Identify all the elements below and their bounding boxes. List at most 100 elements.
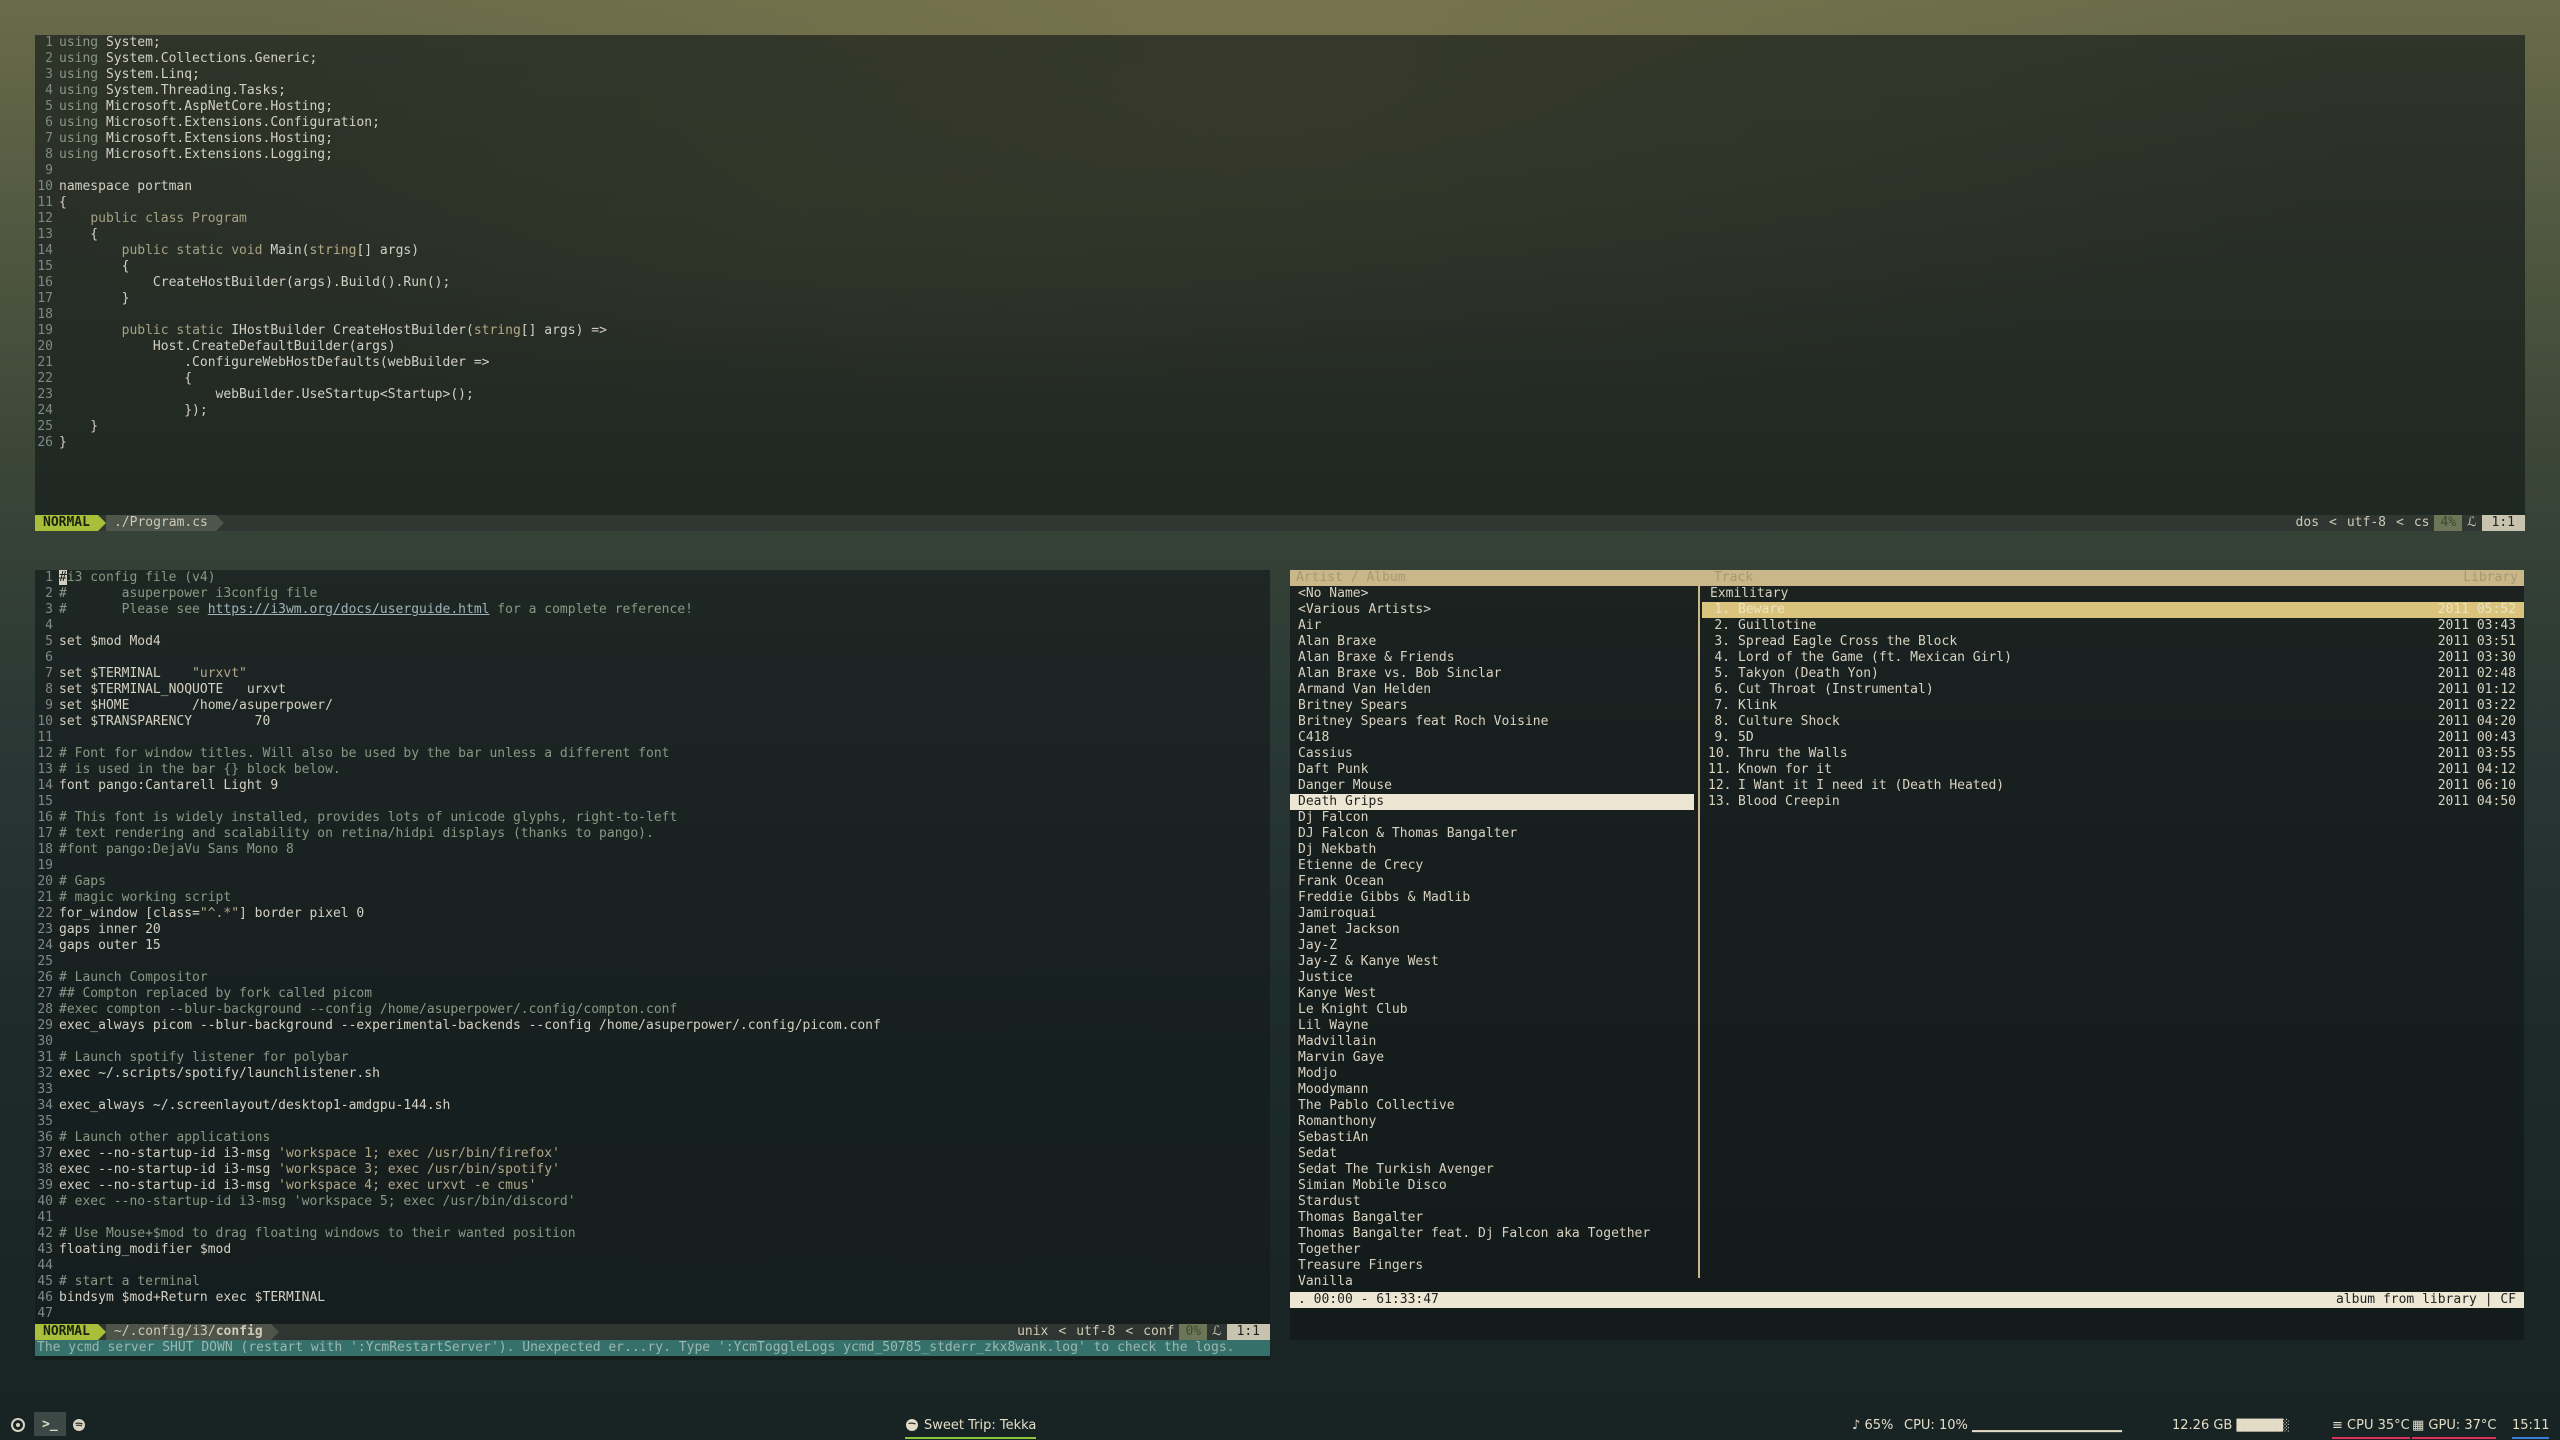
code-line[interactable]: 36 # Launch other applications <box>35 1130 1270 1146</box>
code-line[interactable]: 3 # Please see https://i3wm.org/docs/user… <box>35 602 1270 618</box>
code-line[interactable]: 22 for_window [class="^.*"] border pixel … <box>35 906 1270 922</box>
code-line[interactable]: 21 .ConfigureWebHostDefaults(webBuilder … <box>35 355 2525 371</box>
artist-item[interactable]: The Pablo Collective <box>1290 1098 1698 1114</box>
bottom-editor-code[interactable]: 1 #i3 config file (v4) 2 # asuperpower i3co… <box>35 570 1270 1322</box>
code-line[interactable]: 20 # Gaps <box>35 874 1270 890</box>
artist-item[interactable]: Stardust <box>1290 1194 1698 1210</box>
track-item[interactable]: 10. Thru the Walls 2011 03:55 <box>1702 746 2524 762</box>
code-line[interactable]: 14 font pango:Cantarell Light 9 <box>35 778 1270 794</box>
code-line[interactable]: 32 exec ~/.scripts/spotify/launchlistener… <box>35 1066 1270 1082</box>
bottom-editor-window[interactable]: 1 #i3 config file (v4) 2 # asuperpower i3co… <box>35 570 1270 1360</box>
code-line[interactable]: 26} <box>35 435 2525 451</box>
artist-item[interactable]: <Various Artists> <box>1290 602 1698 618</box>
code-line[interactable]: 3 using System.Linq; <box>35 67 2525 83</box>
code-line[interactable]: 17 } <box>35 291 2525 307</box>
artist-list[interactable]: <No Name> <Various Artists> Air Alan Braxe A… <box>1290 586 1700 1289</box>
track-item[interactable]: 5. Takyon (Death Yon) 2011 02:48 <box>1702 666 2524 682</box>
code-line[interactable]: 18 <box>35 307 2525 323</box>
artist-item[interactable]: Lil Wayne <box>1290 1018 1698 1034</box>
top-editor-window[interactable]: 1 using System; 2 using System.Collections.… <box>35 35 2525 531</box>
artist-item[interactable]: Madvillain <box>1290 1034 1698 1050</box>
code-line[interactable]: 1 #i3 config file (v4) <box>35 570 1270 586</box>
artist-item[interactable]: Thomas Bangalter feat. Dj Falcon aka Tog… <box>1290 1226 1698 1242</box>
code-line[interactable]: 8 set $TERMINAL_NOQUOTE urxvt <box>35 682 1270 698</box>
artist-item[interactable]: Together <box>1290 1242 1698 1258</box>
artist-item[interactable]: DJ Falcon & Thomas Bangalter <box>1290 826 1698 842</box>
track-item[interactable]: 11. Known for it 2011 04:12 <box>1702 762 2524 778</box>
artist-item[interactable]: Britney Spears <box>1290 698 1698 714</box>
artist-item[interactable]: Janet Jackson <box>1290 922 1698 938</box>
code-line[interactable]: 9 <box>35 163 2525 179</box>
artist-item[interactable]: Moodymann <box>1290 1082 1698 1098</box>
code-line[interactable]: 35 <box>35 1114 1270 1130</box>
code-line[interactable]: 15 <box>35 794 1270 810</box>
artist-item[interactable]: Jay-Z <box>1290 938 1698 954</box>
code-line[interactable]: 1 using System; <box>35 35 2525 51</box>
artist-item[interactable]: Romanthony <box>1290 1114 1698 1130</box>
artist-item[interactable]: Le Knight Club <box>1290 1002 1698 1018</box>
artist-item[interactable]: Britney Spears feat Roch Voisine <box>1290 714 1698 730</box>
code-line[interactable]: 6 <box>35 650 1270 666</box>
code-line[interactable]: 31 # Launch spotify listener for polybar <box>35 1050 1270 1066</box>
artist-item[interactable]: Simian Mobile Disco <box>1290 1178 1698 1194</box>
code-line[interactable]: 13 # is used in the bar {} block below. <box>35 762 1270 778</box>
code-line[interactable]: 43 floating_modifier $mod <box>35 1242 1270 1258</box>
track-item[interactable]: 4. Lord of the Game (ft. Mexican Girl) 201… <box>1702 650 2524 666</box>
code-line[interactable]: 26 # Launch Compositor <box>35 970 1270 986</box>
code-line[interactable]: 37 exec --no-startup-id i3-msg 'workspace… <box>35 1146 1270 1162</box>
code-line[interactable]: 19 public static IHostBuilder CreateHost… <box>35 323 2525 339</box>
code-line[interactable]: 11 { <box>35 195 2525 211</box>
artist-item[interactable]: Sedat <box>1290 1146 1698 1162</box>
code-line[interactable]: 10 namespace portman <box>35 179 2525 195</box>
code-line[interactable]: 2 # asuperpower i3config file <box>35 586 1270 602</box>
code-line[interactable]: 9 set $HOME /home/asuperpower/ <box>35 698 1270 714</box>
artist-item[interactable]: Air <box>1290 618 1698 634</box>
artist-item[interactable]: SebastiAn <box>1290 1130 1698 1146</box>
code-line[interactable]: 24 }); <box>35 403 2525 419</box>
code-line[interactable]: 45 # start a terminal <box>35 1274 1270 1290</box>
code-line[interactable]: 30 <box>35 1034 1270 1050</box>
track-item[interactable]: 7. Klink 2011 03:22 <box>1702 698 2524 714</box>
artist-item[interactable]: Alan Braxe vs. Bob Sinclar <box>1290 666 1698 682</box>
code-line[interactable]: 46 bindsym $mod+Return exec $TERMINAL <box>35 1290 1270 1306</box>
spotify-icon[interactable] <box>72 1416 86 1434</box>
top-editor-code[interactable]: 1 using System; 2 using System.Collections.… <box>35 35 2525 451</box>
code-line[interactable]: 7 using Microsoft.Extensions.Hosting; <box>35 131 2525 147</box>
artist-item[interactable]: Death Grips <box>1290 794 1694 810</box>
artist-item[interactable]: Justice <box>1290 970 1698 986</box>
workspace-icon[interactable] <box>10 1416 26 1434</box>
artist-item[interactable]: Daft Punk <box>1290 762 1698 778</box>
code-line[interactable]: 2 using System.Collections.Generic; <box>35 51 2525 67</box>
artist-item[interactable]: Modjo <box>1290 1066 1698 1082</box>
code-line[interactable]: 5 using Microsoft.AspNetCore.Hosting; <box>35 99 2525 115</box>
clock[interactable]: 15:11 <box>2512 1416 2550 1439</box>
code-line[interactable]: 25 } <box>35 419 2525 435</box>
code-line[interactable]: 23 webBuilder.UseStartup<Startup>(); <box>35 387 2525 403</box>
now-playing[interactable]: Sweet Trip: Tekka <box>905 1416 1037 1439</box>
code-line[interactable]: 38 exec --no-startup-id i3-msg 'workspace… <box>35 1162 1270 1178</box>
artist-item[interactable]: Vanilla <box>1290 1274 1698 1290</box>
code-line[interactable]: 13 { <box>35 227 2525 243</box>
code-line[interactable]: 14 public static void Main(string[] args… <box>35 243 2525 259</box>
code-line[interactable]: 23 gaps inner 20 <box>35 922 1270 938</box>
code-line[interactable]: 33 <box>35 1082 1270 1098</box>
track-item[interactable]: 13. Blood Creepin 2011 04:50 <box>1702 794 2524 810</box>
terminal-icon[interactable]: >_ <box>34 1412 66 1436</box>
code-line[interactable]: 34 exec_always ~/.screenlayout/desktop1-a… <box>35 1098 1270 1114</box>
cmus-window[interactable]: Artist / Album Track Library <No Name> <V… <box>1290 570 2524 1340</box>
code-line[interactable]: 25 <box>35 954 1270 970</box>
code-line[interactable]: 16 # This font is widely installed, provi… <box>35 810 1270 826</box>
code-line[interactable]: 42 # Use Mouse+$mod to drag floating wind… <box>35 1226 1270 1242</box>
track-pane[interactable]: Exmilitary 1. Beware 2011 05:52 2. Guillotin… <box>1702 586 2524 1278</box>
code-line[interactable]: 5 set $mod Mod4 <box>35 634 1270 650</box>
artist-item[interactable]: Cassius <box>1290 746 1698 762</box>
code-line[interactable]: 10 set $TRANSPARENCY 70 <box>35 714 1270 730</box>
code-line[interactable]: 28 #exec compton --blur-background --conf… <box>35 1002 1270 1018</box>
code-line[interactable]: 16 CreateHostBuilder(args).Build().Run()… <box>35 275 2525 291</box>
code-line[interactable]: 19 <box>35 858 1270 874</box>
track-item[interactable]: 12. I Want it I need it (Death Heated) 201… <box>1702 778 2524 794</box>
code-line[interactable]: 18 #font pango:DejaVu Sans Mono 8 <box>35 842 1270 858</box>
code-line[interactable]: 4 <box>35 618 1270 634</box>
artist-item[interactable]: Jamiroquai <box>1290 906 1698 922</box>
artist-item[interactable]: Danger Mouse <box>1290 778 1698 794</box>
